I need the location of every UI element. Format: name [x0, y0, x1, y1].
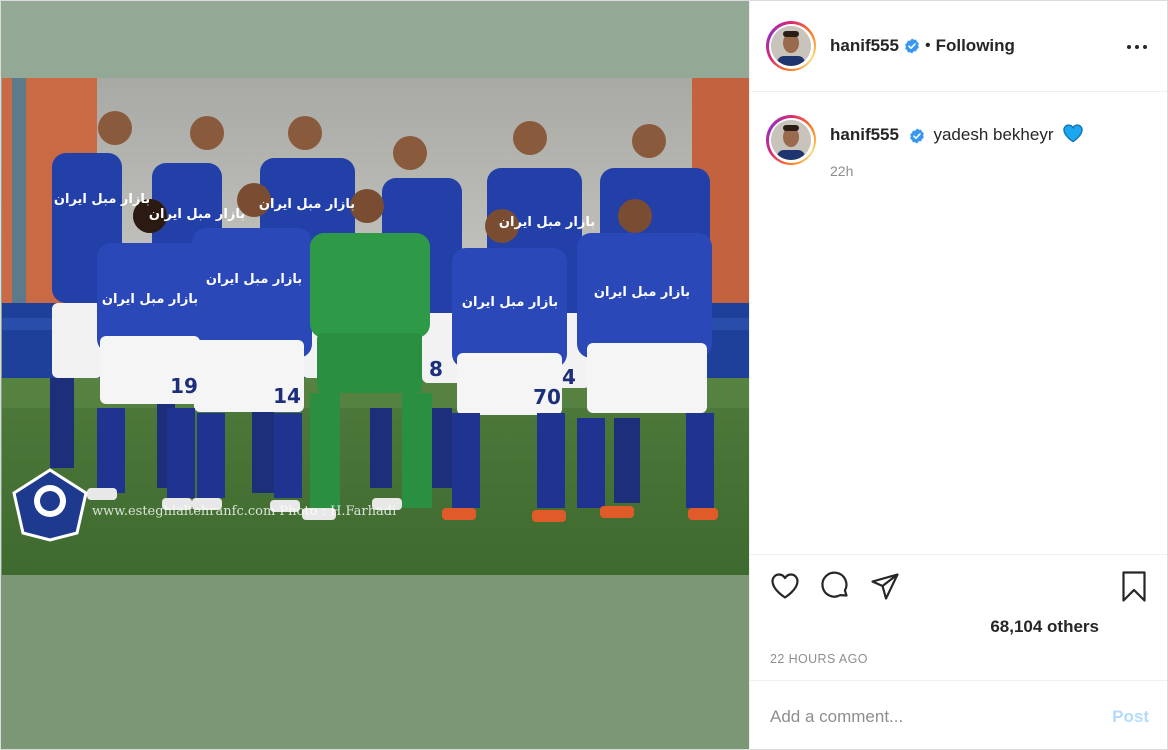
- more-options-icon[interactable]: [1127, 37, 1147, 57]
- verified-badge-icon: [904, 38, 920, 54]
- shorts-number: 4: [562, 365, 576, 389]
- jersey-sponsor-text: بازار مبل ایران: [594, 285, 690, 300]
- comment-input[interactable]: [770, 701, 1090, 733]
- share-paper-plane-icon[interactable]: [868, 569, 902, 603]
- divider: [750, 554, 1167, 555]
- post-header: hanif555 • Following: [750, 1, 1167, 92]
- username-link[interactable]: hanif555: [830, 36, 899, 56]
- jersey-sponsor-text: بازار مبل ایران: [54, 192, 150, 207]
- divider: [750, 680, 1167, 681]
- caption-time[interactable]: 22h: [830, 163, 1084, 179]
- caption-username-link[interactable]: hanif555: [830, 125, 899, 144]
- photo-watermark: www.esteghlaltehranfc.com Photo : H.Farh…: [92, 504, 396, 519]
- save-bookmark-icon[interactable]: [1117, 569, 1151, 603]
- shorts-number: 14: [273, 384, 301, 408]
- likes-count[interactable]: 68,104 others: [750, 617, 1167, 637]
- post-actions: [750, 569, 1167, 605]
- jersey-sponsor-text: بازار مبل ایران: [102, 292, 198, 307]
- post-comment-button[interactable]: Post: [1112, 707, 1149, 727]
- post-timestamp: 22 HOURS AGO: [770, 652, 868, 666]
- jersey-sponsor-text: بازار مبل ایران: [149, 207, 245, 222]
- caption-text: yadesh bekheyr: [933, 125, 1054, 144]
- post-media[interactable]: بازار مبل ایران بازار مبل ایران بازار مب…: [0, 0, 750, 750]
- blue-heart-icon: [1062, 123, 1084, 149]
- shorts-number: 19: [170, 374, 198, 398]
- jersey-sponsor-text: بازار مبل ایران: [499, 215, 595, 230]
- following-button[interactable]: Following: [936, 36, 1015, 56]
- comment-bubble-icon[interactable]: [818, 569, 852, 603]
- team-photo[interactable]: بازار مبل ایران بازار مبل ایران بازار مب…: [2, 78, 750, 575]
- post-details-panel: hanif555 • Following hanif555 yadesh bek…: [749, 0, 1168, 750]
- like-heart-icon[interactable]: [768, 569, 802, 603]
- verified-badge-icon: [909, 128, 925, 144]
- avatar[interactable]: [766, 21, 816, 71]
- avatar-image: [771, 120, 811, 160]
- separator-dot: •: [924, 37, 931, 54]
- caption-avatar[interactable]: [766, 115, 816, 165]
- jersey-sponsor-text: بازار مبل ایران: [206, 272, 302, 287]
- shorts-number: 8: [429, 357, 443, 381]
- avatar-image: [771, 26, 811, 66]
- jersey-sponsor-text: بازار مبل ایران: [462, 295, 558, 310]
- post-caption: hanif555 yadesh bekheyr 22h: [766, 115, 1156, 179]
- jersey-sponsor-text: بازار مبل ایران: [259, 197, 355, 212]
- shorts-number: 70: [533, 385, 561, 409]
